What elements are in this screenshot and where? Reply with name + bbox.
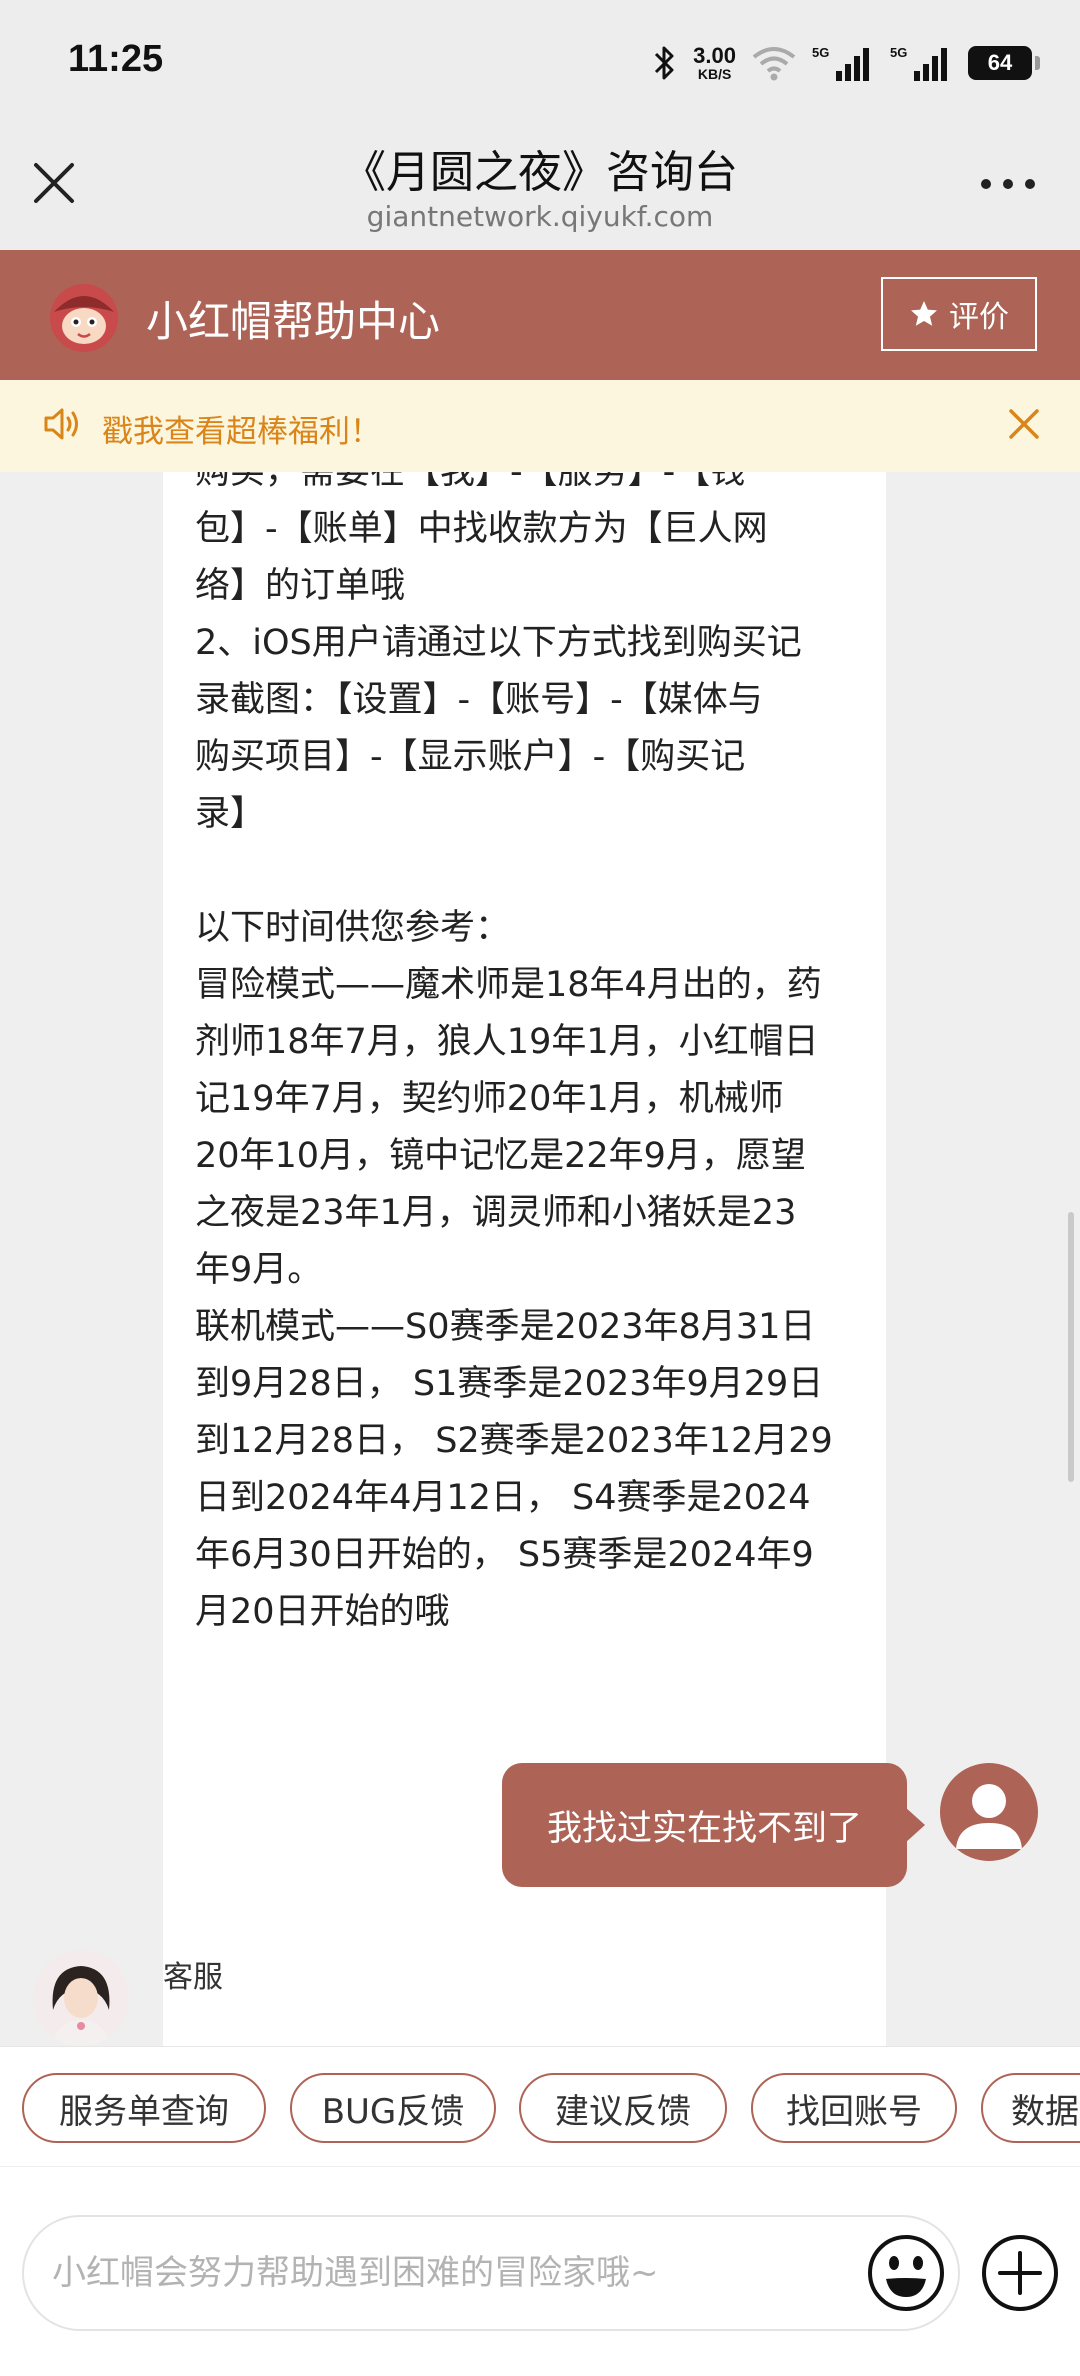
- user-message-text: 我找过实在找不到了: [546, 1808, 862, 1849]
- agent-message-line: 之夜是23年1月，调灵师和小猪妖是23: [195, 1193, 797, 1233]
- more-button[interactable]: [972, 162, 1044, 206]
- agent-message-line: 录】: [195, 794, 266, 834]
- agent-message-line: 以下时间供您参考：: [195, 908, 511, 948]
- quick-action-data[interactable]: 数据: [981, 2073, 1080, 2143]
- scrollbar[interactable]: [1068, 1212, 1074, 1482]
- page-url: giantnetwork.qiyukf.com: [366, 200, 714, 233]
- agent-message-line: 录截图：【设置】-【账号】-【媒体与: [195, 680, 763, 720]
- net-speed-value: 3.00: [693, 43, 736, 68]
- agent-message-line: 购买，需要在【我】-【服务】-【钱: [195, 472, 746, 492]
- agent-label: 客服: [163, 1960, 223, 1995]
- agent-message-line: 年9月。: [195, 1250, 323, 1290]
- add-attachment-button[interactable]: [980, 2233, 1060, 2313]
- mascot-logo-icon: [50, 284, 118, 352]
- quick-action-service-order[interactable]: 服务单查询: [22, 2073, 266, 2143]
- brand-name: 小红帽帮助中心: [146, 297, 441, 346]
- close-icon: [1009, 409, 1039, 439]
- bluetooth-icon: [655, 46, 674, 80]
- chat-area[interactable]: 购买，需要在【我】-【服务】-【钱包】-【账单】中找收款方为【巨人网 络】的订单哦…: [0, 472, 1080, 2046]
- notice-bar[interactable]: 戳我查看超棒福利！: [0, 380, 1080, 472]
- status-time: 11:25: [68, 38, 164, 80]
- agent-message-line: 20年10月，镜中记忆是22年9月，愿望: [195, 1136, 806, 1176]
- agent-message-line: 月20日开始的哦: [195, 1592, 450, 1632]
- agent-message-line: 包】-【账单】中找收款方为【巨人网: [195, 509, 768, 549]
- page-title: 《月圆之夜》咨询台: [342, 147, 738, 198]
- rate-button[interactable]: 评价: [881, 277, 1037, 351]
- agent-message-line: 购买项目】-【显示账户】-【购买记: [195, 737, 746, 777]
- status-bar: 11:25 3.00 KB/S 5G 5G 64: [0, 0, 1080, 120]
- net-speed: 3.00 KB/S: [693, 43, 736, 82]
- agent-message-line: 剂师18年7月，狼人19年1月，小红帽日: [195, 1022, 819, 1062]
- agent-message-line: 联机模式——S0赛季是2023年8月31日: [195, 1307, 816, 1347]
- battery-icon: 64: [968, 46, 1040, 80]
- svg-text:5G: 5G: [812, 45, 829, 60]
- agent-message-line: 到12月28日， S2赛季是2023年12月29: [195, 1421, 833, 1461]
- agent-avatar: [33, 1950, 129, 2046]
- quick-action-recover-account[interactable]: 找回账号: [751, 2073, 957, 2143]
- agent-message-line: 到9月28日， S1赛季是2023年9月29日: [195, 1364, 824, 1404]
- agent-message-line: 记19年7月，契约师20年1月，机械师: [195, 1079, 784, 1119]
- more-icon: [981, 179, 1035, 189]
- emoji-button[interactable]: [866, 2233, 946, 2313]
- agent-message-bubble: [163, 2004, 886, 2046]
- net-speed-unit: KB/S: [697, 66, 732, 82]
- agent-message-line: 络】的订单哦: [195, 566, 406, 606]
- quick-action-suggestion[interactable]: 建议反馈: [519, 2073, 727, 2143]
- speaker-icon: [44, 408, 78, 440]
- agent-message-line: 日到2024年4月12日， S4赛季是2024: [195, 1478, 811, 1518]
- input-bar: [0, 2166, 1080, 2376]
- agent-message-line: 冒险模式——魔术师是18年4月出的，药: [195, 965, 822, 1005]
- star-icon: [911, 301, 937, 326]
- status-icons: 3.00 KB/S 5G 5G 64: [653, 38, 1040, 88]
- quick-action-bar: 服务单查询 BUG反馈 建议反馈 找回账号 数据: [0, 2046, 1080, 2166]
- brand-header: 小红帽帮助中心 评价: [0, 250, 1080, 380]
- quick-action-bug-report[interactable]: BUG反馈: [290, 2073, 496, 2143]
- message-input[interactable]: [22, 2215, 960, 2331]
- signal-5g-icon: 5G: [890, 45, 947, 81]
- agent-avatar-icon: [33, 1950, 129, 2046]
- user-message-bubble: 我找过实在找不到了: [502, 1763, 925, 1887]
- battery-level: 64: [987, 50, 1013, 75]
- emoji-icon: [868, 2235, 944, 2311]
- notice-close-button[interactable]: [1002, 402, 1046, 446]
- wifi-icon: [752, 47, 796, 81]
- plus-icon: [982, 2235, 1058, 2311]
- user-avatar-icon: [956, 1784, 1022, 1849]
- rate-button-label: 评价: [949, 300, 1009, 335]
- agent-message-line: 年6月30日开始的， S5赛季是2024年9: [195, 1535, 814, 1575]
- title-bar: 《月圆之夜》咨询台 giantnetwork.qiyukf.com: [0, 120, 1080, 250]
- user-avatar: [940, 1763, 1038, 1861]
- notice-text[interactable]: 戳我查看超棒福利！: [102, 406, 381, 451]
- svg-text:5G: 5G: [890, 45, 907, 60]
- signal-5g-icon: 5G: [812, 45, 869, 81]
- agent-message-line: 2、iOS用户请通过以下方式找到购买记: [195, 623, 802, 663]
